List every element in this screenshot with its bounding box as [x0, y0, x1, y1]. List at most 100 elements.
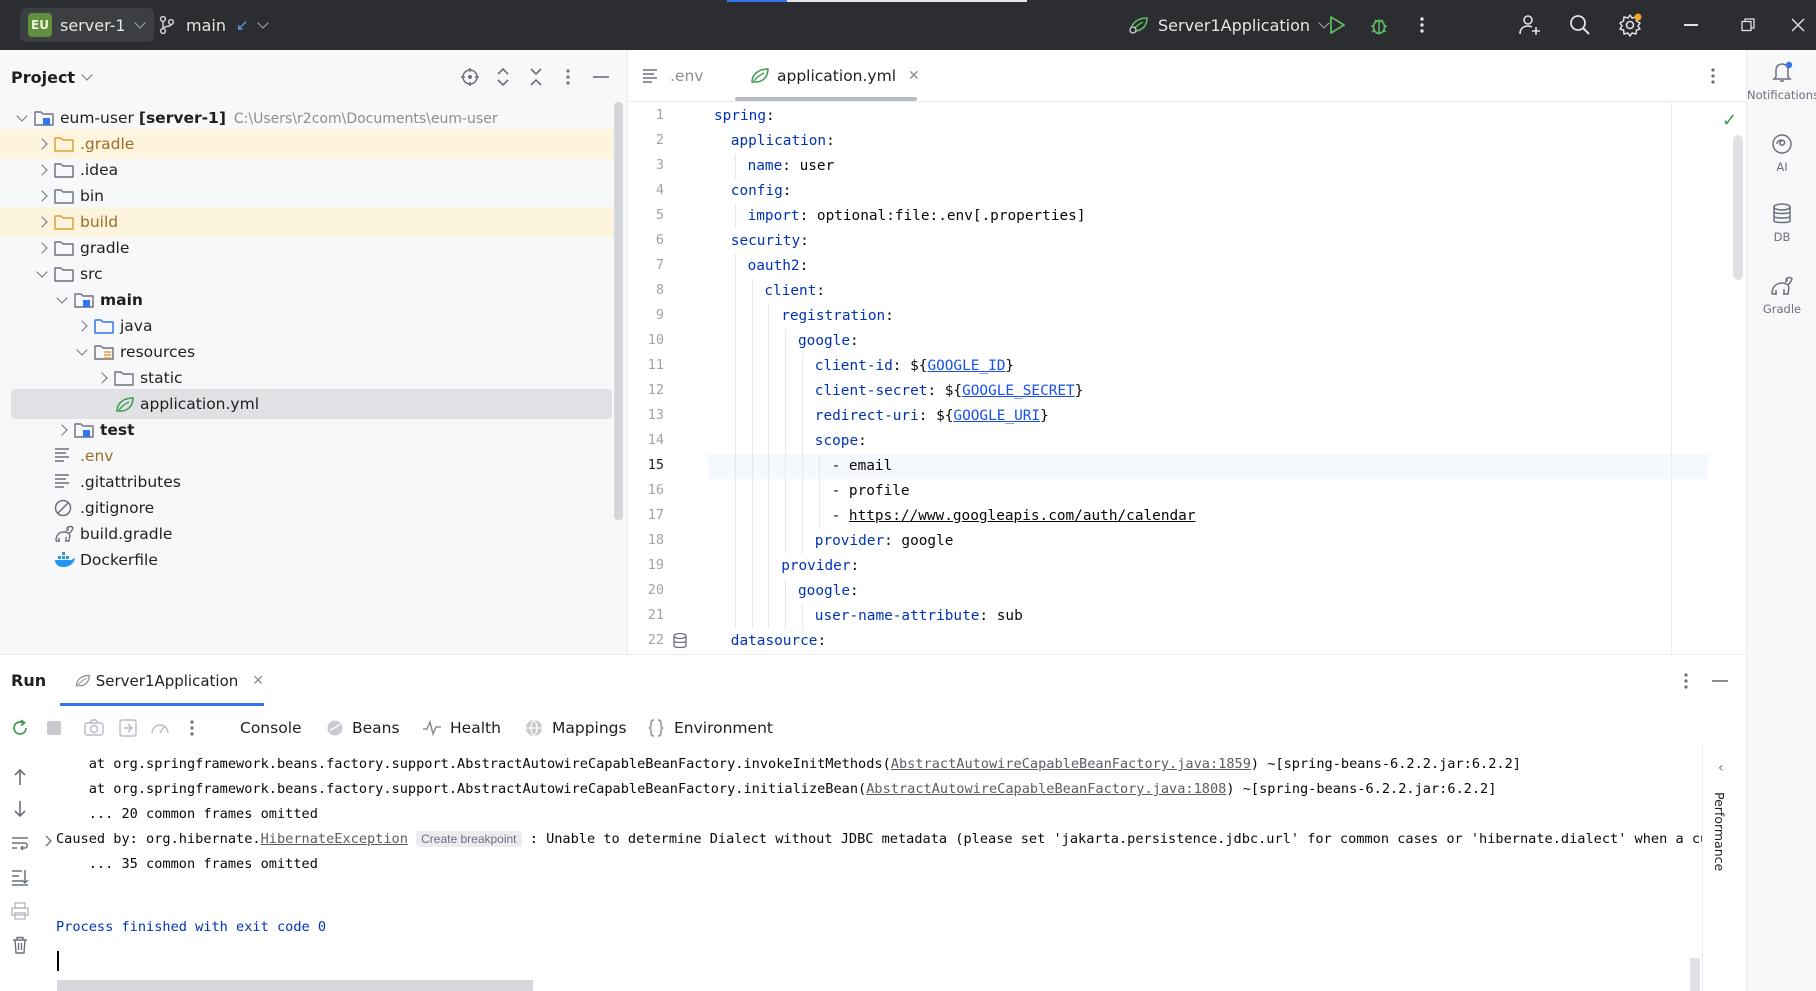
- console-line[interactable]: Caused by: org.hibernate.HibernateExcept…: [56, 827, 1702, 852]
- chevron-right-icon[interactable]: [36, 164, 48, 176]
- locate-file-icon[interactable]: [460, 67, 480, 87]
- code-line[interactable]: redirect-uri: ${GOOGLE_URI}: [708, 404, 1708, 429]
- chevron-right-icon[interactable]: [36, 138, 48, 150]
- ai-tool-button[interactable]: AI: [1747, 132, 1816, 174]
- gradle-tool-button[interactable]: Gradle: [1747, 274, 1816, 316]
- hide-panel-icon[interactable]: [591, 67, 611, 87]
- tab-application-yml[interactable]: application.yml ✕: [749, 50, 920, 102]
- code-line[interactable]: name: user: [708, 154, 1708, 179]
- code-line[interactable]: client-id: ${GOOGLE_ID}: [708, 354, 1708, 379]
- chevron-right-icon[interactable]: [96, 372, 108, 384]
- line-number[interactable]: 1: [628, 107, 664, 123]
- notifications-tool-button[interactable]: Notifications: [1747, 60, 1816, 102]
- chevron-down-icon[interactable]: [36, 266, 48, 278]
- tab-health[interactable]: Health: [422, 707, 501, 749]
- restore-layout-icon[interactable]: [118, 718, 138, 738]
- line-number[interactable]: 16: [628, 482, 664, 498]
- soft-wrap-icon[interactable]: [10, 833, 30, 853]
- more-actions-button[interactable]: [1410, 13, 1434, 37]
- code-line[interactable]: application:: [708, 129, 1708, 154]
- code-line[interactable]: import: optional:file:.env[.properties]: [708, 204, 1708, 229]
- camera-icon[interactable]: [84, 718, 104, 738]
- scroll-up-icon[interactable]: [10, 767, 30, 787]
- line-number[interactable]: 9: [628, 307, 664, 323]
- line-number[interactable]: 13: [628, 407, 664, 423]
- chevron-right-icon[interactable]: [36, 190, 48, 202]
- line-number[interactable]: 12: [628, 382, 664, 398]
- chevron-down-icon[interactable]: [76, 344, 88, 356]
- console-line[interactable]: ... 35 common frames omitted: [56, 852, 318, 877]
- line-number[interactable]: 5: [628, 207, 664, 223]
- code-line[interactable]: config:: [708, 179, 1708, 204]
- editor-gutter[interactable]: 1 2 3 4 5 6 7 8 9 10 11 12 13 14 15 16 17 18 19 20 21 22: [628, 102, 733, 654]
- code-line[interactable]: provider: google: [708, 529, 1708, 554]
- line-number[interactable]: 22: [628, 632, 664, 648]
- console-vertical-scrollbar[interactable]: [1690, 958, 1700, 991]
- expand-stacktrace-icon[interactable]: [45, 833, 53, 851]
- tab-console[interactable]: Console: [240, 707, 302, 749]
- line-number[interactable]: 7: [628, 257, 664, 273]
- code-line[interactable]: provider:: [708, 554, 1708, 579]
- console-line[interactable]: ... 20 common frames omitted: [56, 802, 318, 827]
- stacktrace-link[interactable]: AbstractAutowireCapableBeanFactory.java:…: [866, 781, 1226, 797]
- profiler-icon[interactable]: [150, 718, 170, 738]
- line-number[interactable]: 19: [628, 557, 664, 573]
- line-number[interactable]: 4: [628, 182, 664, 198]
- code-line[interactable]: registration:: [708, 304, 1708, 329]
- search-everywhere-button[interactable]: [1568, 13, 1592, 37]
- code-line[interactable]: - profile: [708, 479, 1708, 504]
- code-line[interactable]: google:: [708, 579, 1708, 604]
- line-number[interactable]: 21: [628, 607, 664, 623]
- console-line[interactable]: at org.springframework.beans.factory.sup…: [56, 777, 1497, 802]
- stacktrace-link[interactable]: HibernateException: [261, 831, 408, 847]
- tree-scrollbar[interactable]: [614, 102, 623, 520]
- code-line[interactable]: - email: [708, 454, 1708, 479]
- line-number[interactable]: 8: [628, 282, 664, 298]
- line-number[interactable]: 20: [628, 582, 664, 598]
- code-line[interactable]: client:: [708, 279, 1708, 304]
- console-line[interactable]: at org.springframework.beans.factory.sup…: [56, 752, 1521, 777]
- datasource-gutter-icon[interactable]: [671, 632, 689, 654]
- code-line[interactable]: user-name-attribute: sub: [708, 604, 1708, 629]
- vcs-branch-widget[interactable]: main ↙: [158, 0, 269, 50]
- no-problems-check-icon[interactable]: ✓: [1722, 110, 1737, 131]
- database-tool-button[interactable]: DB: [1747, 202, 1816, 244]
- chevron-right-icon[interactable]: [36, 216, 48, 228]
- run-configuration-selector[interactable]: Server1Application: [1128, 0, 1330, 50]
- chevron-left-icon[interactable]: ‹: [1718, 760, 1724, 776]
- line-number[interactable]: 11: [628, 357, 664, 373]
- close-tab-icon[interactable]: ✕: [252, 673, 264, 689]
- line-number[interactable]: 14: [628, 432, 664, 448]
- project-panel-title[interactable]: Project: [11, 68, 75, 87]
- tab-mappings[interactable]: Mappings: [524, 707, 627, 749]
- tab-beans[interactable]: Beans: [326, 707, 400, 749]
- stacktrace-link[interactable]: AbstractAutowireCapableBeanFactory.java:…: [891, 756, 1251, 772]
- tab-environment[interactable]: Environment: [648, 707, 773, 749]
- chevron-right-icon[interactable]: [76, 320, 88, 332]
- line-number[interactable]: 17: [628, 507, 664, 523]
- performance-tool-button[interactable]: Performance: [1712, 792, 1727, 871]
- close-window-button[interactable]: [1786, 13, 1810, 37]
- close-tab-icon[interactable]: ✕: [908, 68, 920, 84]
- console-output[interactable]: at org.springframework.beans.factory.sup…: [44, 751, 1702, 991]
- line-number[interactable]: 3: [628, 157, 664, 173]
- scroll-down-icon[interactable]: [10, 799, 30, 819]
- print-icon[interactable]: [10, 901, 30, 921]
- chevron-down-icon[interactable]: [56, 292, 68, 304]
- run-button[interactable]: [1325, 13, 1349, 37]
- restore-window-button[interactable]: [1736, 13, 1760, 37]
- settings-button[interactable]: [1618, 13, 1642, 37]
- code-line[interactable]: scope:: [708, 429, 1708, 454]
- expand-all-icon[interactable]: [493, 67, 513, 87]
- collapse-all-icon[interactable]: [526, 67, 546, 87]
- code-editor[interactable]: spring: application: name: user config: impo…: [708, 102, 1708, 654]
- run-tab-server1application[interactable]: Server1Application ✕: [60, 655, 264, 707]
- line-number[interactable]: 6: [628, 232, 664, 248]
- tab-env[interactable]: .env: [642, 50, 703, 102]
- chevron-down-icon[interactable]: [16, 110, 28, 122]
- debug-button[interactable]: [1367, 13, 1391, 37]
- trash-icon[interactable]: [10, 935, 30, 955]
- scroll-to-end-icon[interactable]: [10, 867, 30, 887]
- code-line[interactable]: datasource:: [708, 629, 1708, 654]
- chevron-right-icon[interactable]: [56, 424, 68, 436]
